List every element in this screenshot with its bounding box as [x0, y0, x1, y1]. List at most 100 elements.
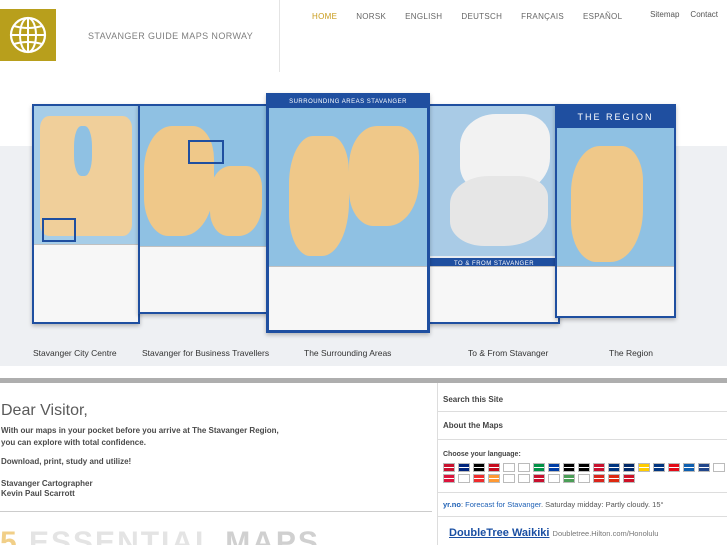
weather-widget: yr.no: Forecast for Stavanger. Saturday …	[443, 500, 664, 509]
language-flag-icon[interactable]	[578, 463, 590, 472]
banner-word-2: MAPS	[225, 528, 320, 545]
signature-title: Stavanger Cartographer	[1, 479, 93, 488]
banner-number: 5	[0, 528, 19, 545]
ad-title[interactable]: DoubleTree Waikiki	[449, 527, 549, 539]
language-flag-icon[interactable]	[683, 463, 695, 472]
weather-text: Saturday midday: Partly cloudy. 15°	[545, 500, 664, 509]
map-legend	[34, 244, 138, 322]
language-flag-icon[interactable]	[458, 463, 470, 472]
language-flag-icon[interactable]	[638, 463, 650, 472]
nav-home[interactable]: HOME	[312, 12, 337, 21]
welcome-divider	[0, 511, 432, 512]
essential-maps-banner: 5 ESSENTIAL MAPS	[0, 528, 320, 545]
caption-business[interactable]: Stavanger for Business Travellers	[142, 348, 269, 358]
contact-link[interactable]: Contact	[690, 10, 718, 19]
caption-surrounding[interactable]: The Surrounding Areas	[304, 348, 391, 358]
caption-city-centre[interactable]: Stavanger City Centre	[33, 348, 117, 358]
about-maps-link[interactable]: About the Maps	[443, 421, 503, 430]
ad-url: Doubletree.Hilton.com/Honolulu	[552, 529, 659, 538]
language-flag-icon[interactable]	[503, 463, 515, 472]
signature-name: Kevin Paul Scarrott	[1, 489, 75, 498]
nav-english[interactable]: ENGLISH	[405, 12, 442, 21]
map-land	[289, 136, 349, 256]
language-flag-icon[interactable]	[593, 474, 605, 483]
language-flag-icon[interactable]	[548, 463, 560, 472]
intro-line-2: you can explore with total confidence.	[1, 437, 146, 447]
map-city-centre[interactable]	[32, 104, 140, 324]
language-flag-icon[interactable]	[473, 463, 485, 472]
map-land	[349, 126, 419, 226]
globe-icon	[9, 16, 47, 54]
map-land	[450, 176, 548, 246]
language-flag-icon[interactable]	[653, 463, 665, 472]
logo[interactable]	[0, 9, 56, 61]
language-flag-icon[interactable]	[488, 463, 500, 472]
caption-to-from[interactable]: To & From Stavanger	[468, 348, 548, 358]
map-surrounding[interactable]: SURROUNDING AREAS STAVANGER	[266, 93, 430, 333]
language-flag-icon[interactable]	[533, 463, 545, 472]
language-flag-icon[interactable]	[713, 463, 725, 472]
sidebar-divider	[437, 516, 727, 517]
main-nav: HOME NORSK ENGLISH DEUTSCH FRANÇAIS ESPA…	[312, 12, 641, 21]
weather-source[interactable]: yr.no	[443, 500, 461, 509]
map-inset	[42, 218, 76, 242]
nav-francais[interactable]: FRANÇAIS	[521, 12, 564, 21]
map-inset	[188, 140, 224, 164]
intro-line-1: With our maps in your pocket before you …	[1, 426, 279, 435]
map-to-from[interactable]: TO & FROM STAVANGER	[428, 104, 560, 324]
map-legend	[140, 246, 266, 312]
sitemap-link[interactable]: Sitemap	[650, 10, 679, 19]
map-business[interactable]	[138, 104, 268, 314]
map-harbour	[74, 126, 92, 176]
language-flag-icon[interactable]	[443, 474, 455, 483]
map-title: SURROUNDING AREAS STAVANGER	[269, 96, 427, 108]
caption-region[interactable]: The Region	[609, 348, 653, 358]
language-flag-icon[interactable]	[593, 463, 605, 472]
language-flag-icon[interactable]	[608, 474, 620, 483]
header: STAVANGER GUIDE MAPS NORWAY HOME NORSK E…	[0, 0, 727, 72]
map-legend	[269, 266, 427, 330]
map-title: THE REGION	[557, 106, 674, 128]
map-land	[571, 146, 643, 262]
intro-text: With our maps in your pocket before you …	[1, 425, 331, 448]
language-flag-icon[interactable]	[548, 474, 560, 483]
map-legend	[430, 266, 558, 322]
language-flag-icon[interactable]	[443, 463, 455, 472]
map-legend	[557, 266, 674, 316]
language-flag-icon[interactable]	[623, 474, 635, 483]
sidebar-divider	[437, 439, 727, 440]
language-flag-icon[interactable]	[533, 474, 545, 483]
language-flag-icon[interactable]	[458, 474, 470, 483]
banner-word-1: ESSENTIAL	[29, 528, 215, 545]
signature: Stavanger Cartographer Kevin Paul Scarro…	[1, 479, 93, 499]
call-to-action: Download, print, study and utilize!	[1, 457, 132, 466]
language-flag-icon[interactable]	[698, 463, 710, 472]
utility-links: Sitemap Contact	[650, 10, 718, 19]
language-flag-icon[interactable]	[623, 463, 635, 472]
language-flag-icon[interactable]	[578, 474, 590, 483]
language-flag-icon[interactable]	[608, 463, 620, 472]
language-flag-icon[interactable]	[518, 463, 530, 472]
nav-deutsch[interactable]: DEUTSCH	[461, 12, 502, 21]
language-title: Choose your language:	[443, 451, 521, 458]
language-flags	[443, 463, 725, 483]
nav-norsk[interactable]: NORSK	[356, 12, 386, 21]
language-flag-icon[interactable]	[503, 474, 515, 483]
language-flag-icon[interactable]	[563, 463, 575, 472]
header-brand: STAVANGER GUIDE MAPS NORWAY	[0, 0, 280, 72]
search-site-link[interactable]: Search this Site	[443, 395, 503, 404]
language-flag-icon[interactable]	[473, 474, 485, 483]
map-land	[210, 166, 262, 236]
sidebar-divider	[437, 411, 727, 412]
language-flag-icon[interactable]	[488, 474, 500, 483]
nav-espanol[interactable]: ESPAÑOL	[583, 12, 622, 21]
greeting: Dear Visitor,	[1, 402, 88, 419]
map-region[interactable]: THE REGION	[555, 104, 676, 318]
language-flag-icon[interactable]	[563, 474, 575, 483]
weather-link[interactable]: Forecast for Stavanger	[465, 500, 541, 509]
language-flag-icon[interactable]	[518, 474, 530, 483]
language-flag-icon[interactable]	[668, 463, 680, 472]
site-title: STAVANGER GUIDE MAPS NORWAY	[88, 31, 254, 41]
sidebar-divider	[437, 492, 727, 493]
ad-link[interactable]: DoubleTree Waikiki Doubletree.Hilton.com…	[449, 527, 658, 539]
